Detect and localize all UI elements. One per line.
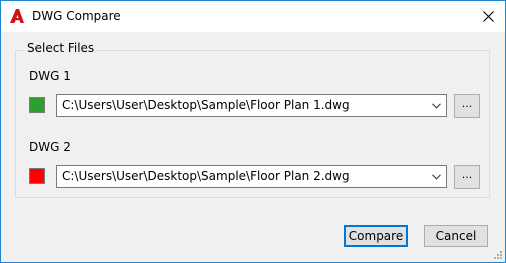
close-icon (482, 11, 494, 22)
dwg2-browse-button[interactable]: ... (454, 165, 480, 189)
autocad-a-icon (8, 7, 26, 25)
dwg2-path-value: C:\Users\User\Desktop\Sample\Floor Plan … (62, 169, 350, 183)
select-files-legend: Select Files (25, 41, 97, 56)
dwg1-color-swatch[interactable] (29, 97, 45, 113)
close-button[interactable] (471, 1, 505, 32)
resize-grip-icon[interactable] (493, 250, 503, 260)
dwg1-path-value: C:\Users\User\Desktop\Sample\Floor Plan … (62, 98, 350, 112)
dwg1-label: DWG 1 (29, 69, 71, 83)
window-title: DWG Compare (32, 9, 121, 23)
chevron-down-icon (432, 103, 441, 109)
compare-button[interactable]: Compare (344, 225, 408, 247)
cancel-button[interactable]: Cancel (424, 225, 488, 247)
dwg1-path-combobox[interactable]: C:\Users\User\Desktop\Sample\Floor Plan … (56, 94, 447, 117)
dwg2-path-combobox[interactable]: C:\Users\User\Desktop\Sample\Floor Plan … (56, 165, 447, 188)
dwg1-browse-button[interactable]: ... (454, 94, 480, 118)
dwg2-label: DWG 2 (29, 140, 71, 154)
chevron-down-icon (432, 174, 441, 180)
title-bar: DWG Compare (1, 1, 505, 32)
dwg2-color-swatch[interactable] (29, 168, 45, 184)
dwg-compare-dialog: DWG Compare Select Files DWG 1 C:\Users\… (0, 0, 506, 263)
